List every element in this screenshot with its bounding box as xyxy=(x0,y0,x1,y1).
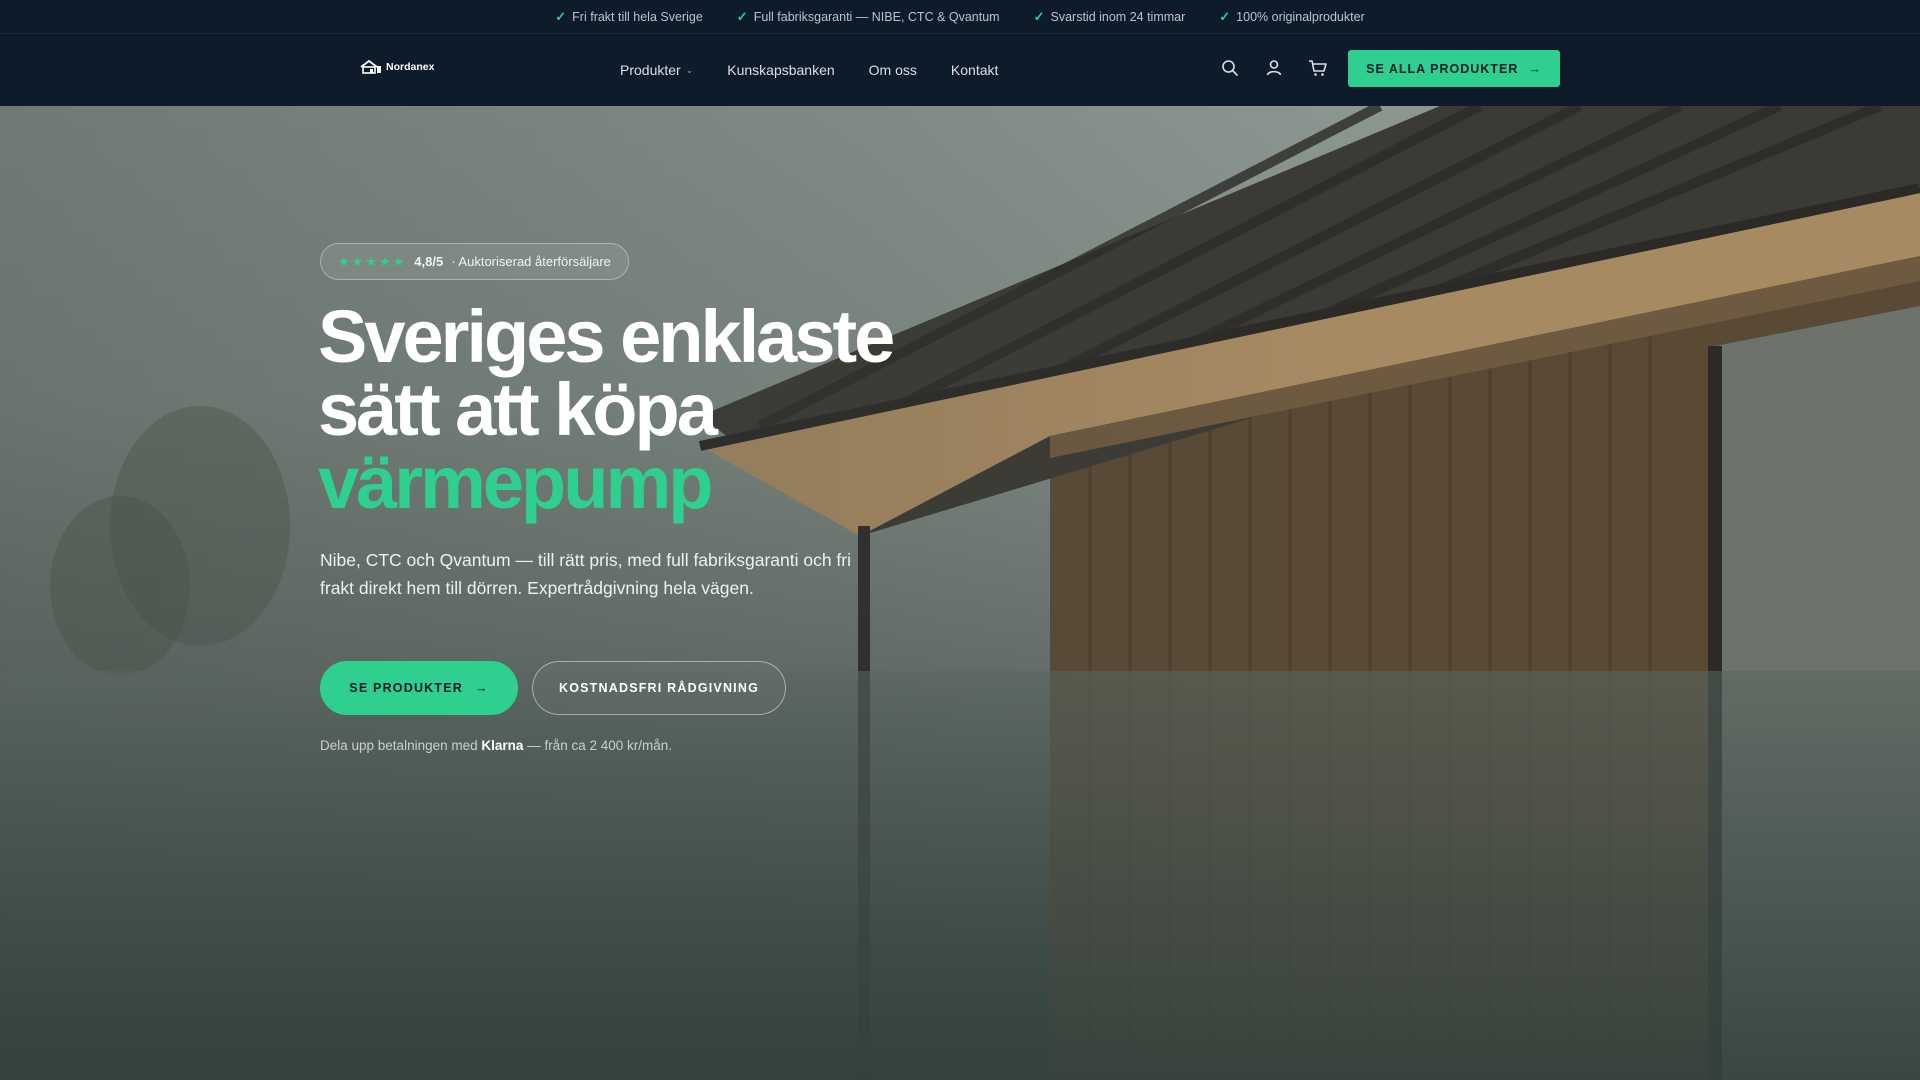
hero-bottom-shade xyxy=(0,671,1920,1080)
usp-label: Full fabriksgaranti — NIBE, CTC & Qvantu… xyxy=(753,9,1000,24)
logo-text: Nordanex xyxy=(386,61,435,73)
klarna-payment-info: Dela upp betalningen med Klarna — från c… xyxy=(320,738,672,753)
nav-item-produkter[interactable]: Produkter ⌄ xyxy=(620,62,693,78)
house-logo-icon xyxy=(360,60,381,74)
rating-value: 4,8/5 xyxy=(414,254,444,269)
rating-text: · Auktoriserad återförsäljare xyxy=(451,254,611,269)
arrow-right-icon: → xyxy=(1528,61,1542,76)
nav-item-label: Om oss xyxy=(868,62,917,78)
headline-accent: värmepump xyxy=(318,441,713,524)
hero-section xyxy=(0,106,1920,1080)
logo[interactable]: Nordanex xyxy=(360,60,434,74)
nav-item-om-oss[interactable]: Om oss xyxy=(869,62,917,78)
cart-icon[interactable] xyxy=(1306,56,1330,80)
nav-item-kontakt[interactable]: Kontakt xyxy=(951,62,998,78)
usp-bar: ✓ Fri frakt till hela Sverige ✓ Full fabri… xyxy=(0,0,1920,34)
usp-label: 100% originalprodukter xyxy=(1236,9,1365,24)
nav-item-label: Kontakt xyxy=(950,62,999,78)
button-label: SE PRODUKTER xyxy=(349,681,463,695)
star-rating-icon: ★★★★★ xyxy=(338,253,407,269)
usp-item: ✓ Fri frakt till hela Sverige xyxy=(555,9,703,25)
usp-item: ✓ Full fabriksgaranti — NIBE, CTC & Qvant… xyxy=(737,9,1000,25)
search-icon[interactable] xyxy=(1218,56,1242,80)
check-icon: ✓ xyxy=(555,8,567,24)
usp-item: ✓ 100% originalprodukter xyxy=(1219,9,1364,25)
check-icon: ✓ xyxy=(736,8,748,24)
nav-item-kunskapsbanken[interactable]: Kunskapsbanken xyxy=(727,62,834,78)
check-icon: ✓ xyxy=(1219,8,1231,24)
free-consultation-button[interactable]: KOSTNADSFRI RÅDGIVNING xyxy=(532,661,786,715)
usp-label: Fri frakt till hela Sverige xyxy=(572,9,703,24)
klarna-suffix: — från ca 2 400 kr/mån. xyxy=(527,738,673,753)
chevron-down-icon: ⌄ xyxy=(685,64,694,75)
headline-line-2: sätt att köpa xyxy=(318,368,718,451)
klarna-prefix: Dela upp betalningen med xyxy=(320,738,478,753)
rating-badge: ★★★★★ 4,8/5 · Auktoriserad återförsäljar… xyxy=(320,243,629,280)
hero-headline: Sveriges enklaste sätt att köpa värmepum… xyxy=(318,300,895,520)
see-products-button[interactable]: SE PRODUKTER → xyxy=(320,661,518,715)
check-icon: ✓ xyxy=(1033,8,1045,24)
nav-icon-group xyxy=(1218,56,1330,80)
button-label: SE ALLA PRODUKTER xyxy=(1366,61,1519,76)
nav-menu: Produkter ⌄ Kunskapsbanken Om oss Kontak… xyxy=(620,34,998,106)
nav-item-label: Kunskapsbanken xyxy=(727,62,835,78)
usp-label: Svarstid inom 24 timmar xyxy=(1050,9,1186,24)
see-all-products-button[interactable]: SE ALLA PRODUKTER → xyxy=(1348,50,1560,87)
button-label: KOSTNADSFRI RÅDGIVNING xyxy=(558,681,759,695)
user-icon[interactable] xyxy=(1262,56,1286,80)
main-navigation: Nordanex Produkter ⌄ Kunskapsbanken Om o… xyxy=(0,34,1920,106)
usp-item: ✓ Svarstid inom 24 timmar xyxy=(1034,9,1186,25)
headline-line-1: Sveriges enklaste xyxy=(318,295,895,378)
klarna-brand: Klarna xyxy=(481,738,524,753)
nav-item-label: Produkter xyxy=(620,62,681,78)
arrow-right-icon: → xyxy=(475,681,489,695)
hero-lead-text: Nibe, CTC och Qvantum — till rätt pris, … xyxy=(320,550,852,598)
